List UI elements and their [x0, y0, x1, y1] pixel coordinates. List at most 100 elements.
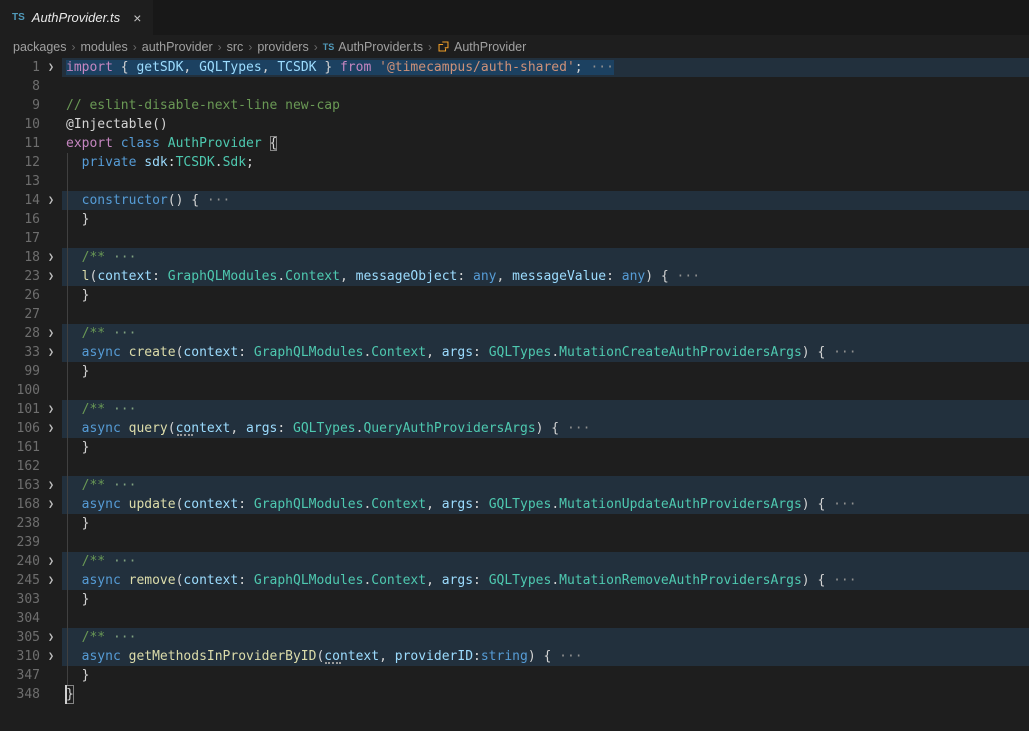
breadcrumb-item-providers[interactable]: providers — [257, 40, 308, 54]
code-text[interactable]: @Injectable() — [62, 115, 1029, 134]
fold-ellipsis[interactable]: ··· — [669, 269, 700, 284]
code-text[interactable]: /** ··· — [62, 324, 1029, 343]
fold-ellipsis[interactable]: ··· — [551, 649, 582, 664]
fold-spacer — [40, 666, 62, 685]
token: Sdk — [223, 155, 246, 170]
code-text[interactable] — [62, 77, 1029, 96]
code-text[interactable]: async remove(context: GraphQLModules.Con… — [62, 571, 1029, 590]
fold-ellipsis[interactable]: ··· — [105, 250, 136, 265]
code-text[interactable]: } — [62, 685, 1029, 704]
token: . — [551, 345, 559, 360]
breadcrumb-item-authprovider-ts[interactable]: TSAuthProvider.ts — [323, 40, 423, 54]
code-text[interactable]: } — [62, 210, 1029, 229]
fold-chevron-icon[interactable]: ❯ — [40, 324, 62, 343]
fold-chevron-icon[interactable]: ❯ — [40, 495, 62, 514]
code-text[interactable]: /** ··· — [62, 400, 1029, 419]
code-text[interactable] — [62, 381, 1029, 400]
code-text[interactable] — [62, 609, 1029, 628]
fold-chevron-icon[interactable]: ❯ — [40, 628, 62, 647]
token: ) { — [536, 421, 559, 436]
code-text[interactable]: } — [62, 438, 1029, 457]
fold-ellipsis[interactable]: ··· — [825, 573, 856, 588]
line-number: 16 — [0, 210, 40, 229]
token: any — [473, 269, 496, 284]
fold-ellipsis[interactable]: ··· — [559, 421, 590, 436]
token — [66, 269, 82, 284]
token: @Injectable() — [66, 117, 168, 132]
breadcrumb: packages›modules›authProvider›src›provid… — [0, 35, 1029, 58]
gutter: 163❯ — [0, 476, 62, 495]
code-text[interactable] — [62, 457, 1029, 476]
code-text[interactable]: private sdk:TCSDK.Sdk; — [62, 153, 1029, 172]
code-text[interactable]: import { getSDK, GQLTypes, TCSDK } from … — [62, 58, 1029, 77]
code-text[interactable]: } — [62, 286, 1029, 305]
token — [160, 136, 168, 151]
token: context — [97, 269, 152, 284]
token: : — [473, 345, 489, 360]
fold-chevron-icon[interactable]: ❯ — [40, 248, 62, 267]
fold-ellipsis[interactable]: ··· — [825, 345, 856, 360]
code-text[interactable]: async query(context, args: GQLTypes.Quer… — [62, 419, 1029, 438]
fold-ellipsis[interactable]: ··· — [105, 326, 136, 341]
fold-ellipsis[interactable]: ··· — [105, 402, 136, 417]
fold-chevron-icon[interactable]: ❯ — [40, 647, 62, 666]
code-text[interactable]: export class AuthProvider { — [62, 134, 1029, 153]
code-text[interactable] — [62, 229, 1029, 248]
token: { — [113, 60, 136, 75]
code-text[interactable]: } — [62, 666, 1029, 685]
fold-ellipsis[interactable]: ··· — [105, 554, 136, 569]
fold-ellipsis[interactable]: ··· — [825, 497, 856, 512]
code-text[interactable]: } — [62, 590, 1029, 609]
code-text[interactable]: // eslint-disable-next-line new-cap — [62, 96, 1029, 115]
code-text[interactable]: /** ··· — [62, 476, 1029, 495]
breadcrumb-item-packages[interactable]: packages — [13, 40, 67, 54]
fold-chevron-icon[interactable]: ❯ — [40, 267, 62, 286]
token: GQLTypes — [489, 497, 552, 512]
code-text[interactable]: async create(context: GraphQLModules.Con… — [62, 343, 1029, 362]
token: any — [622, 269, 645, 284]
gutter: 161 — [0, 438, 62, 457]
code-text[interactable]: async getMethodsInProviderByID(context, … — [62, 647, 1029, 666]
fold-ellipsis[interactable]: ··· — [105, 478, 136, 493]
code-editor[interactable]: 1❯import { getSDK, GQLTypes, TCSDK } fro… — [0, 58, 1029, 731]
code-line-162: 162 — [0, 457, 1029, 476]
code-text[interactable]: /** ··· — [62, 628, 1029, 647]
line-number: 303 — [0, 590, 40, 609]
code-text[interactable]: async update(context: GraphQLModules.Con… — [62, 495, 1029, 514]
fold-chevron-icon[interactable]: ❯ — [40, 476, 62, 495]
code-text[interactable]: } — [62, 514, 1029, 533]
code-text[interactable]: constructor() { ··· — [62, 191, 1029, 210]
fold-chevron-icon[interactable]: ❯ — [40, 400, 62, 419]
fold-spacer — [40, 362, 62, 381]
gutter: 17 — [0, 229, 62, 248]
fold-chevron-icon[interactable]: ❯ — [40, 571, 62, 590]
code-text[interactable]: l(context: GraphQLModules.Context, messa… — [62, 267, 1029, 286]
code-text[interactable] — [62, 533, 1029, 552]
fold-chevron-icon[interactable]: ❯ — [40, 58, 62, 77]
code-text[interactable]: } — [62, 362, 1029, 381]
code-text[interactable] — [62, 172, 1029, 191]
breadcrumb-item-authprovider[interactable]: AuthProvider — [437, 40, 526, 54]
fold-ellipsis[interactable]: ··· — [199, 193, 230, 208]
fold-ellipsis[interactable]: ··· — [105, 630, 136, 645]
fold-chevron-icon[interactable]: ❯ — [40, 191, 62, 210]
breadcrumb-item-authprovider[interactable]: authProvider — [142, 40, 213, 54]
close-icon[interactable]: × — [133, 11, 141, 25]
fold-chevron-icon[interactable]: ❯ — [40, 419, 62, 438]
gutter: 33❯ — [0, 343, 62, 362]
line-number: 26 — [0, 286, 40, 305]
gutter: 13 — [0, 172, 62, 191]
code-line-12: 12 private sdk:TCSDK.Sdk; — [0, 153, 1029, 172]
tab-authprovider[interactable]: TS AuthProvider.ts × — [0, 0, 153, 35]
breadcrumb-item-src[interactable]: src — [227, 40, 244, 54]
breadcrumb-item-modules[interactable]: modules — [81, 40, 128, 54]
gutter: 12 — [0, 153, 62, 172]
line-number: 14 — [0, 191, 40, 210]
fold-chevron-icon[interactable]: ❯ — [40, 343, 62, 362]
code-text[interactable]: /** ··· — [62, 248, 1029, 267]
fold-ellipsis[interactable]: ··· — [583, 60, 614, 75]
fold-chevron-icon[interactable]: ❯ — [40, 552, 62, 571]
code-text[interactable]: /** ··· — [62, 552, 1029, 571]
code-text[interactable] — [62, 305, 1029, 324]
code-line-168: 168❯ async update(context: GraphQLModule… — [0, 495, 1029, 514]
